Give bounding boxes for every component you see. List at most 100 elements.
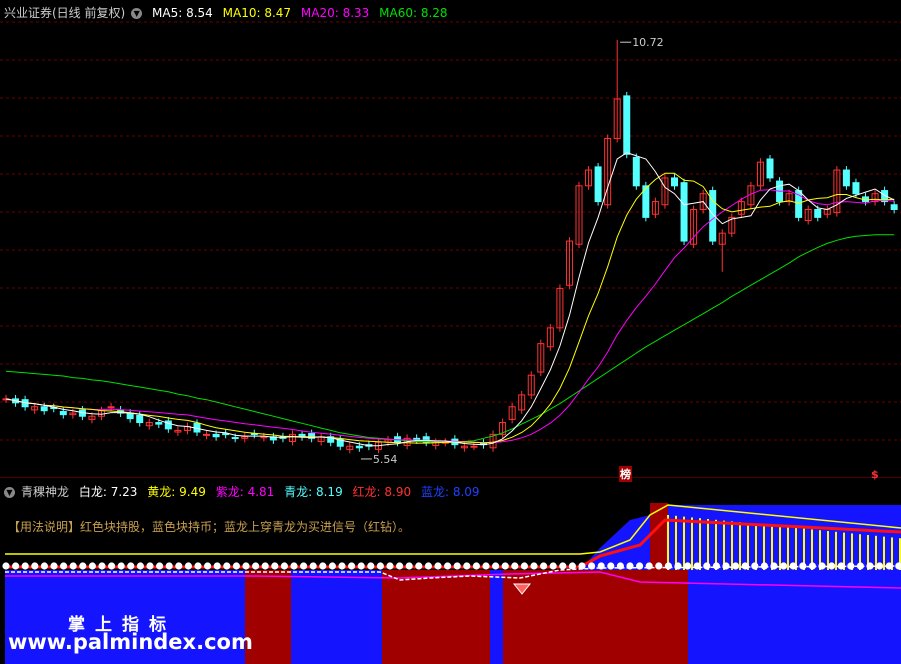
white-dot (828, 562, 836, 570)
white-dot (117, 562, 125, 570)
white-dot (405, 562, 413, 570)
white-dot (444, 562, 452, 570)
white-dot (636, 562, 644, 570)
white-dot (319, 562, 327, 570)
white-dot (655, 562, 663, 570)
white-dot (856, 562, 865, 570)
white-dot (194, 562, 202, 570)
hold-block (503, 570, 688, 664)
white-dot (357, 562, 365, 570)
white-dot (69, 562, 77, 570)
white-dot (808, 562, 817, 570)
white-dot (88, 562, 96, 570)
white-dot (338, 562, 346, 570)
white-dot (98, 562, 106, 570)
white-dot (300, 562, 308, 570)
white-dot (156, 562, 164, 570)
white-dot (348, 562, 356, 570)
white-dot (396, 562, 404, 570)
white-dot (309, 562, 317, 570)
white-dot (645, 562, 653, 570)
white-dot (175, 562, 183, 570)
white-dot (568, 562, 577, 570)
cash-block (490, 570, 503, 664)
white-dot (271, 562, 279, 570)
white-dot (376, 562, 384, 570)
white-dot (12, 562, 20, 570)
white-dot (204, 562, 212, 570)
white-dot (60, 562, 68, 570)
white-dot (21, 562, 29, 570)
white-dot (40, 562, 49, 570)
white-dot (136, 562, 144, 570)
white-dot (242, 562, 250, 570)
white-dot (847, 562, 855, 570)
white-dot (540, 562, 548, 570)
white-dot (252, 562, 260, 570)
white-dot (492, 562, 500, 570)
white-dot (520, 562, 529, 570)
white-dot (184, 562, 192, 570)
white-dot (751, 562, 759, 570)
white-dot (415, 562, 423, 570)
white-dot (79, 562, 87, 570)
white-dot (770, 562, 778, 570)
white-dot (261, 562, 269, 570)
white-dot (818, 562, 826, 570)
white-dot (588, 562, 596, 570)
white-dot (482, 562, 490, 570)
white-dot (434, 562, 442, 570)
white-dot (328, 562, 336, 570)
white-dot (626, 562, 634, 570)
hold-block (382, 570, 490, 664)
white-dot (511, 562, 519, 570)
white-dot (108, 562, 116, 570)
white-dot (789, 562, 797, 570)
white-dot (780, 562, 788, 570)
white-dot (424, 562, 432, 570)
white-dot (597, 562, 605, 570)
white-dot (722, 562, 730, 570)
white-dot (472, 562, 480, 570)
white-dot (213, 562, 221, 570)
white-dot (741, 562, 749, 570)
white-dot (712, 562, 721, 570)
white-dot (703, 562, 711, 570)
white-dot (280, 562, 288, 570)
white-dot (693, 562, 701, 570)
white-dot (50, 562, 58, 570)
white-dot (463, 562, 471, 570)
white-dot (866, 562, 874, 570)
white-dot (837, 562, 845, 570)
white-dot (127, 562, 135, 570)
white-dot (367, 562, 375, 570)
white-dot (732, 562, 740, 570)
white-dot (607, 562, 615, 570)
white-dot (799, 562, 807, 570)
white-dot (386, 562, 394, 570)
indicator-panel[interactable] (0, 0, 901, 664)
white-dot (2, 562, 10, 570)
white-dot (559, 562, 567, 570)
watermark-url: www.palmindex.com (8, 630, 253, 654)
white-dot (223, 562, 231, 570)
white-dot (674, 562, 682, 570)
white-dot (290, 562, 298, 570)
cash-block (291, 570, 382, 664)
white-dot (664, 562, 673, 570)
white-dot (876, 562, 884, 570)
white-dot (31, 562, 39, 570)
white-dot (501, 562, 509, 570)
white-dot (146, 562, 154, 570)
white-dot (453, 562, 461, 570)
white-dot (232, 562, 240, 570)
white-dot (760, 562, 769, 570)
white-dot (578, 562, 586, 570)
usage-note: 【用法说明】红色块持股，蓝色块持币；蓝龙上穿青龙为买进信号（红钻）。 (8, 520, 411, 534)
white-dot (684, 562, 692, 570)
white-dot (885, 562, 893, 570)
white-dot (165, 562, 173, 570)
white-dot (530, 562, 538, 570)
white-dot (549, 562, 557, 570)
white-dot (616, 562, 625, 570)
